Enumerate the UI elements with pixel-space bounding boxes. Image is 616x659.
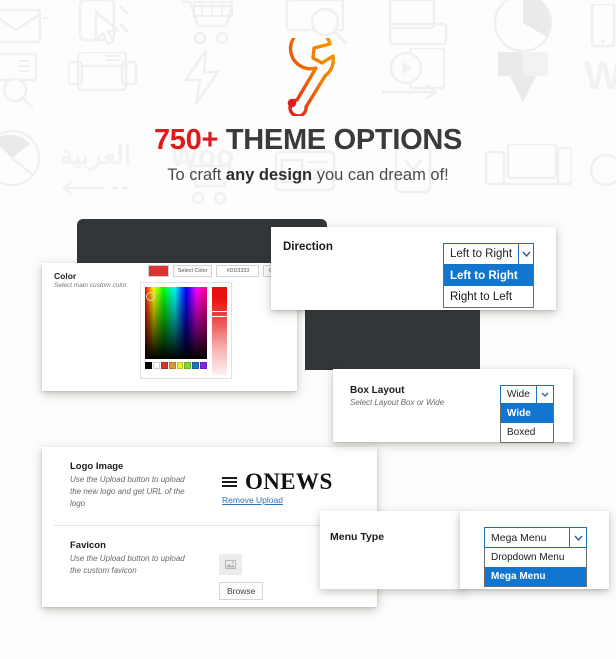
- color-description: Select main custom color.: [54, 282, 129, 289]
- preset-swatch[interactable]: [152, 362, 160, 369]
- preset-swatch[interactable]: [176, 362, 184, 369]
- menu-type-title: Menu Type: [330, 531, 385, 543]
- menu-type-select[interactable]: Mega Menu Dropdown Menu Mega Menu: [484, 527, 587, 587]
- preset-swatch[interactable]: [192, 362, 200, 369]
- menu-type-select-value: Mega Menu: [491, 531, 547, 544]
- hue-slider[interactable]: [211, 287, 230, 375]
- preset-swatch[interactable]: [160, 362, 168, 369]
- preset-swatch[interactable]: [168, 362, 176, 369]
- box-layout-select[interactable]: Wide Wide Boxed: [500, 385, 554, 443]
- color-preset-swatches: [145, 362, 207, 369]
- box-layout-label: Box Layout Select Layout Box or Wide: [350, 385, 444, 407]
- page-title: 750+ THEME OPTIONS: [0, 124, 616, 157]
- direction-select[interactable]: Left to Right Left to Right Right to Lef…: [443, 243, 534, 308]
- chevron-down-icon[interactable]: [569, 528, 586, 547]
- logo-image-label: Logo Image Use the Upload button to uplo…: [70, 461, 190, 510]
- favicon-description: Use the Upload button to upload the cust…: [70, 554, 185, 575]
- direction-select-value: Left to Right: [450, 248, 513, 260]
- color-title: Color: [54, 271, 77, 281]
- preset-swatch[interactable]: [145, 362, 152, 369]
- direction-title: Direction: [283, 241, 333, 253]
- box-layout-option[interactable]: Wide: [501, 404, 553, 423]
- wrench-icon: [0, 27, 616, 118]
- current-color-swatch[interactable]: [148, 265, 169, 277]
- hamburger-menu-icon: [222, 477, 237, 487]
- saturation-cursor[interactable]: [146, 292, 155, 301]
- headline-rest: THEME OPTIONS: [218, 124, 463, 156]
- menu-type-option[interactable]: Mega Menu: [485, 567, 586, 586]
- preset-swatch[interactable]: [184, 362, 192, 369]
- color-hex-input[interactable]: #DD3333: [216, 265, 260, 277]
- logo-image-title: Logo Image: [70, 461, 124, 472]
- color-picker-left-column: [145, 287, 207, 375]
- direction-option[interactable]: Right to Left: [444, 286, 533, 307]
- color-option-label: Color Select main custom color.: [54, 271, 128, 291]
- subtitle-post: you can dream of!: [312, 166, 449, 184]
- direction-select-options[interactable]: Left to Right Right to Left: [443, 265, 534, 308]
- color-picker-panel[interactable]: [140, 282, 232, 379]
- chevron-down-icon[interactable]: [536, 386, 553, 403]
- favicon-label: Favicon Use the Upload button to upload …: [70, 540, 196, 577]
- preset-swatch[interactable]: [200, 362, 207, 369]
- box-layout-select-value: Wide: [507, 389, 530, 400]
- subtitle-bold: any design: [225, 166, 313, 184]
- subtitle-pre: To craft: [167, 166, 226, 184]
- logo-image-description: Use the Upload button to upload the new …: [70, 475, 185, 508]
- box-layout-option[interactable]: Boxed: [501, 423, 553, 442]
- menu-type-select-box[interactable]: Mega Menu: [484, 527, 587, 548]
- card-divider: [54, 525, 365, 526]
- headline-count: 750+: [153, 124, 219, 156]
- hero-section: 750+ THEME OPTIONS To craft any design y…: [0, 0, 616, 185]
- page-subtitle: To craft any design you can dream of!: [0, 166, 616, 185]
- select-color-button[interactable]: Select Color: [173, 265, 213, 277]
- color-toolbar: Select Color #DD3333 Clear: [148, 265, 288, 277]
- remove-upload-link[interactable]: Remove Upload: [222, 495, 283, 505]
- box-layout-select-options[interactable]: Wide Boxed: [500, 404, 554, 443]
- favicon-title: Favicon: [70, 540, 106, 551]
- image-placeholder-icon: [219, 554, 242, 575]
- promo-graphic: WC العربية Woo: [0, 0, 616, 659]
- menu-type-select-options[interactable]: Dropdown Menu Mega Menu: [484, 548, 587, 587]
- menu-type-card-left: [320, 511, 465, 589]
- brand-wordmark: ONEWS: [245, 469, 333, 494]
- box-layout-description: Select Layout Box or Wide: [350, 398, 445, 407]
- direction-select-box[interactable]: Left to Right: [443, 243, 534, 265]
- saturation-value-field[interactable]: [145, 287, 207, 359]
- menu-type-option[interactable]: Dropdown Menu: [485, 548, 586, 567]
- direction-option[interactable]: Left to Right: [444, 265, 533, 286]
- browse-button[interactable]: Browse: [219, 582, 264, 600]
- box-layout-title: Box Layout: [350, 385, 405, 396]
- chevron-down-icon[interactable]: [518, 244, 533, 264]
- box-layout-select-box[interactable]: Wide: [500, 385, 554, 404]
- logo-preview: ONEWS: [222, 469, 333, 495]
- hue-slider-handle[interactable]: [211, 311, 230, 317]
